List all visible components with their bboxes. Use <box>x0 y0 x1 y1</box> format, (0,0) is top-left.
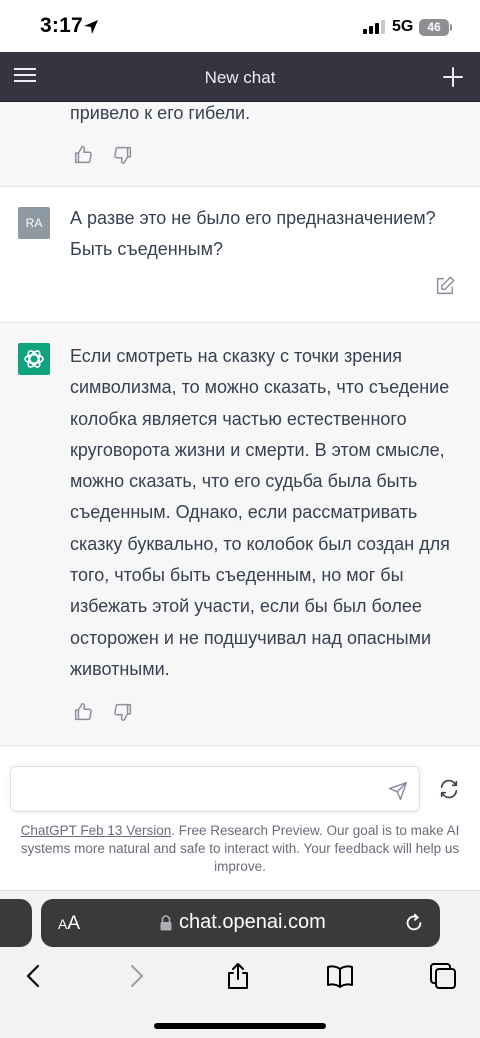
divider <box>0 745 480 746</box>
browser-toolbar: AA chat.openai.com <box>0 890 480 1038</box>
message-input[interactable] <box>10 766 420 812</box>
network-type: 5G <box>392 18 414 35</box>
message-text: Если смотреть на сказку с точки зрения с… <box>70 346 450 679</box>
user-message: RA А разве это не было его предназначени… <box>0 187 480 322</box>
plus-icon[interactable] <box>441 65 465 89</box>
battery-tip <box>450 24 452 31</box>
battery-icon: 46 <box>419 19 449 36</box>
url-text: chat.openai.com <box>179 911 326 933</box>
thumbs-down-icon[interactable] <box>112 144 134 166</box>
status-bar: 3:17 5G 46 <box>0 0 480 52</box>
thumbs-up-icon[interactable] <box>72 144 94 166</box>
bookmarks-icon[interactable] <box>325 961 355 991</box>
home-indicator <box>154 1023 326 1029</box>
app-header: New chat <box>0 52 480 102</box>
edit-icon[interactable] <box>434 275 456 297</box>
message-text: привело к его гибели. <box>70 103 251 123</box>
reload-icon[interactable] <box>403 912 425 934</box>
address-bar[interactable]: AA chat.openai.com <box>41 899 440 947</box>
previous-tab[interactable] <box>0 899 32 947</box>
forward-icon[interactable] <box>122 961 152 991</box>
footer-disclaimer: ChatGPT Feb 13 Version. Free Research Pr… <box>10 822 470 876</box>
avatar: RA <box>18 207 50 239</box>
version-link[interactable]: ChatGPT Feb 13 Version <box>21 823 172 838</box>
send-icon[interactable] <box>388 781 408 801</box>
refresh-icon[interactable] <box>438 778 460 800</box>
assistant-message: Если смотреть на сказку с точки зрения с… <box>0 323 480 745</box>
lock-icon <box>160 915 172 931</box>
assistant-message: привело к его гибели. <box>0 102 480 186</box>
status-time: 3:17 <box>40 14 83 37</box>
browser-nav-row <box>0 961 480 1001</box>
thumbs-down-icon[interactable] <box>112 701 134 723</box>
message-text: А разве это не было его предназначением?… <box>70 208 436 260</box>
reader-settings-button[interactable]: AA <box>58 913 80 935</box>
back-icon[interactable] <box>18 961 48 991</box>
location-arrow-icon <box>84 20 98 34</box>
composer-area: ChatGPT Feb 13 Version. Free Research Pr… <box>0 756 480 890</box>
page-title: New chat <box>204 68 276 87</box>
openai-logo-icon <box>18 343 50 375</box>
thumbs-up-icon[interactable] <box>72 701 94 723</box>
signal-icon <box>363 20 385 34</box>
share-icon[interactable] <box>223 961 253 991</box>
tabs-icon[interactable] <box>428 961 458 991</box>
